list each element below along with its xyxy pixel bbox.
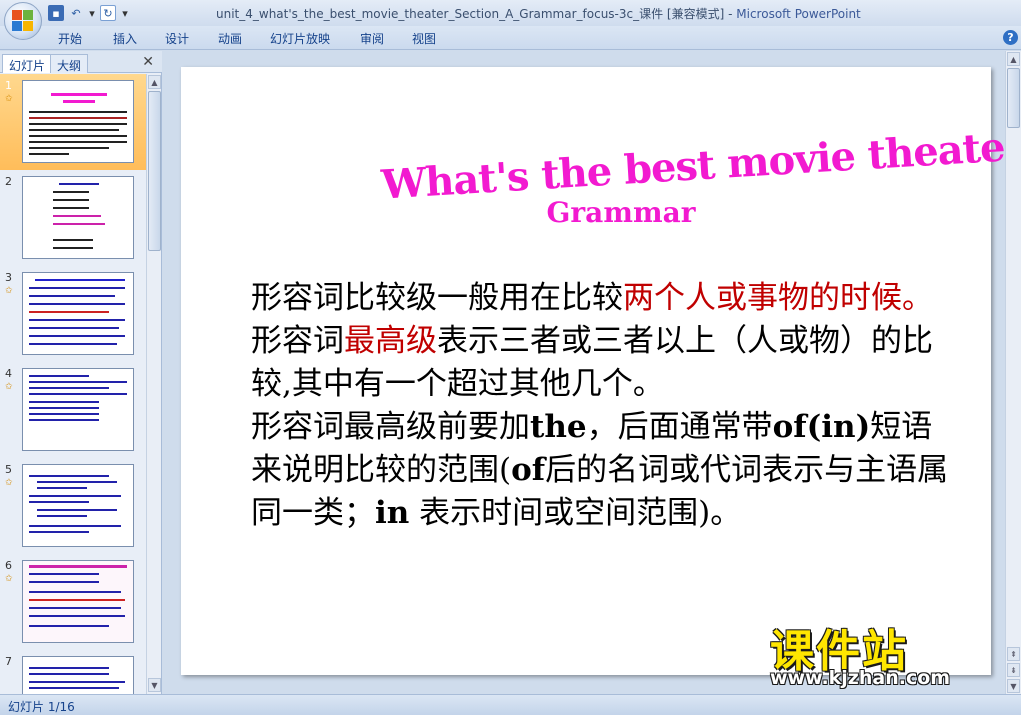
slide-body-text[interactable]: 形容词比较级一般用在比较两个人或事物的时候。形容词最高级表示三者或三者以上（人或…: [251, 277, 951, 535]
thumbnail-preview: [22, 464, 134, 547]
dropdown-icon[interactable]: ▾: [88, 5, 96, 21]
thumbnail-preview: [22, 368, 134, 451]
app-name: Microsoft PowerPoint: [736, 7, 861, 21]
scroll-up-icon[interactable]: ▲: [1007, 52, 1020, 66]
thumbnail-preview: [22, 80, 134, 163]
body-text: ，后面通常带: [586, 409, 773, 445]
ribbon-tabs: 开始 插入 设计 动画 幻灯片放映 审阅 视图: [0, 26, 1021, 50]
tab-design[interactable]: 设计: [165, 30, 189, 47]
body-keyword: in: [375, 495, 410, 531]
thumbnail-list: 1 ✩ 2 3 ✩ 4 ✩ 5 ✩ 6 ✩ 7: [0, 74, 146, 694]
title-separator: -: [724, 7, 737, 21]
body-keyword: (in): [806, 409, 871, 445]
slide-title[interactable]: What's the best movie theater Grammar: [380, 122, 1021, 229]
slide-thumbnail-5[interactable]: 5 ✩: [0, 458, 146, 554]
animation-star-icon: ✩: [5, 382, 13, 392]
slide-thumbnail-1[interactable]: 1 ✩: [0, 74, 146, 170]
tab-view[interactable]: 视图: [412, 30, 436, 47]
office-logo-icon: [12, 10, 34, 32]
slide-thumbnail-6[interactable]: 6 ✩: [0, 554, 146, 650]
body-text: 形容词比较级一般用在比较: [251, 280, 623, 316]
tab-animation[interactable]: 动画: [218, 30, 242, 47]
thumbnail-preview: [22, 656, 134, 694]
animation-star-icon: ✩: [5, 574, 13, 584]
save-icon[interactable]: ▪: [48, 5, 64, 21]
tab-outline[interactable]: 大纲: [50, 54, 89, 73]
watermark-logo: 课件站 www.kjzhan.com: [770, 615, 1020, 690]
slide-number: 2: [5, 175, 12, 188]
thumbnail-scrollbar[interactable]: ▲ ▼: [146, 74, 161, 694]
thumbnail-preview: [22, 176, 134, 259]
body-keyword: the: [530, 409, 587, 445]
redo-icon[interactable]: ↻: [100, 5, 116, 21]
help-icon[interactable]: ?: [1003, 30, 1018, 45]
document-title: unit_4_what's_the_best_movie_theater_Sec…: [216, 7, 725, 21]
close-icon[interactable]: ✕: [142, 54, 154, 70]
status-bar: 幻灯片 1/16: [0, 694, 1021, 715]
slide-thumbnail-7[interactable]: 7: [0, 650, 146, 694]
scroll-thumb[interactable]: [148, 91, 161, 251]
body-keyword: of: [511, 452, 546, 488]
tab-slideshow[interactable]: 幻灯片放映: [270, 30, 330, 47]
slide-canvas[interactable]: What's the best movie theater Grammar 形容…: [181, 67, 1021, 675]
slide-number: 1: [5, 79, 12, 92]
slide-number: 6: [5, 559, 12, 572]
scroll-down-icon[interactable]: ▼: [148, 678, 161, 692]
watermark-url: www.kjzhan.com: [770, 667, 951, 689]
body-keyword: of: [772, 409, 807, 445]
pane-tabs: 幻灯片 大纲 ✕: [0, 51, 162, 73]
office-button[interactable]: [4, 2, 42, 40]
tab-home[interactable]: 开始: [58, 30, 82, 47]
slide-number: 7: [5, 655, 12, 668]
scroll-thumb[interactable]: [1007, 68, 1020, 128]
tab-insert[interactable]: 插入: [113, 30, 137, 47]
tab-review[interactable]: 审阅: [360, 30, 384, 47]
quick-access-toolbar: ▪ ↶ ▾ ↻ ▾: [48, 4, 130, 22]
thumbnail-preview: [22, 272, 134, 355]
title-bar: ▪ ↶ ▾ ↻ ▾ unit_4_what's_the_best_movie_t…: [0, 0, 1021, 26]
slide-number: 4: [5, 367, 12, 380]
scroll-up-icon[interactable]: ▲: [148, 75, 161, 89]
tab-slides[interactable]: 幻灯片: [2, 54, 53, 73]
animation-star-icon: ✩: [5, 478, 13, 488]
animation-star-icon: ✩: [5, 94, 13, 104]
slide-scrollbar[interactable]: ▲ ⇞ ⇟ ▼: [1005, 51, 1021, 694]
body-text: 形容词: [251, 323, 344, 359]
animation-star-icon: ✩: [5, 286, 13, 296]
slide-thumbnail-2[interactable]: 2: [0, 170, 146, 266]
slides-pane: 幻灯片 大纲 ✕ 1 ✩ 2 3 ✩ 4 ✩ 5 ✩ 6 ✩ 7 ▲ ▼: [0, 51, 162, 694]
undo-icon[interactable]: ↶: [68, 5, 84, 21]
slide-thumbnail-4[interactable]: 4 ✩: [0, 362, 146, 458]
slide-counter: 幻灯片 1/16: [8, 700, 75, 714]
body-emphasis: 两个人或事物的时候。: [623, 280, 933, 316]
slide-thumbnail-3[interactable]: 3 ✩: [0, 266, 146, 362]
body-emphasis: 最高级: [344, 323, 437, 359]
body-text: 形容词最高级前要加: [251, 409, 530, 445]
slide-number: 5: [5, 463, 12, 476]
slide-number: 3: [5, 271, 12, 284]
body-text: 表示时间或空间范围)。: [409, 495, 742, 531]
slide-editor: What's the best movie theater Grammar 形容…: [163, 51, 1021, 694]
window-title: unit_4_what's_the_best_movie_theater_Sec…: [216, 5, 861, 22]
customize-icon[interactable]: ▾: [120, 5, 130, 21]
thumbnail-preview: [22, 560, 134, 643]
